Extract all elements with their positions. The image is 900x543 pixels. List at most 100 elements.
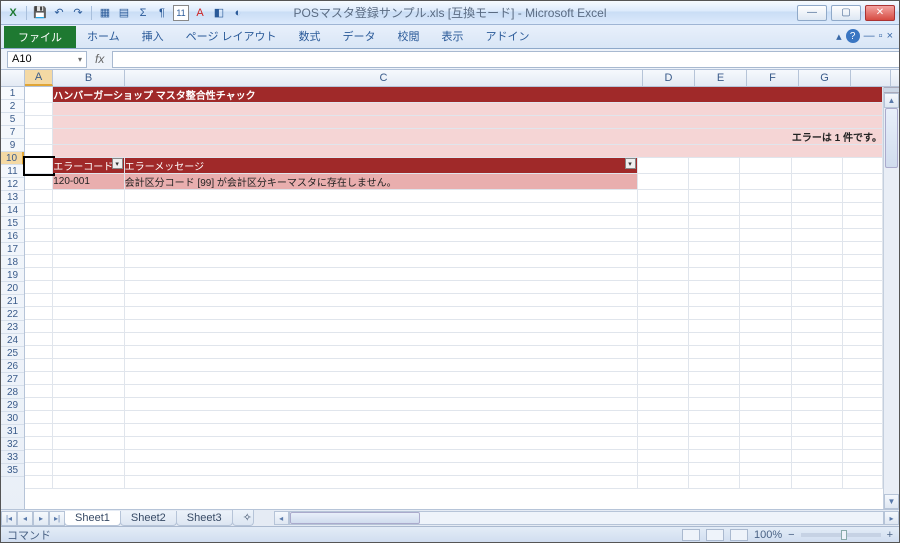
cell[interactable] — [843, 255, 883, 268]
row-header[interactable]: 29 — [1, 399, 24, 412]
table-header-code[interactable]: エラーコード▾ — [53, 158, 124, 174]
cell[interactable] — [53, 398, 124, 411]
cell[interactable] — [791, 203, 842, 216]
cell[interactable] — [740, 450, 791, 463]
tab-addins[interactable]: アドイン — [475, 24, 541, 48]
cell[interactable] — [740, 346, 791, 359]
cell[interactable] — [53, 333, 124, 346]
cell[interactable] — [740, 359, 791, 372]
maximize-button[interactable]: ▢ — [831, 5, 861, 21]
scroll-thumb[interactable] — [885, 108, 898, 168]
cell[interactable] — [843, 333, 883, 346]
cell[interactable] — [25, 229, 53, 242]
cell[interactable] — [637, 294, 688, 307]
cell[interactable] — [124, 229, 637, 242]
cell[interactable] — [25, 437, 53, 450]
cell[interactable] — [688, 333, 739, 346]
normal-view-button[interactable] — [682, 529, 700, 541]
active-cell[interactable] — [25, 158, 53, 174]
row-header[interactable]: 35 — [1, 464, 24, 477]
cell[interactable] — [843, 411, 883, 424]
column-header[interactable]: D — [643, 70, 695, 86]
row-header[interactable]: 23 — [1, 321, 24, 334]
table-header-message[interactable]: エラーメッセージ▾ — [124, 158, 637, 174]
tab-view[interactable]: 表示 — [431, 24, 475, 48]
cell[interactable] — [124, 320, 637, 333]
cell[interactable] — [25, 359, 53, 372]
cell[interactable] — [688, 346, 739, 359]
cell[interactable] — [791, 281, 842, 294]
cell[interactable] — [53, 190, 124, 203]
workbook-close-icon[interactable]: × — [887, 30, 893, 42]
cell-error-message[interactable]: 会計区分コード [99] が会計区分キーマスタに存在しません。 — [124, 174, 637, 190]
formula-input[interactable] — [112, 51, 899, 68]
cell-error-code[interactable]: 120-001 — [53, 174, 124, 190]
cell[interactable] — [688, 398, 739, 411]
cell[interactable] — [740, 255, 791, 268]
cell[interactable] — [637, 346, 688, 359]
cell[interactable] — [688, 385, 739, 398]
cell[interactable] — [25, 424, 53, 437]
new-sheet-button[interactable]: ✧ — [232, 510, 254, 526]
cell[interactable] — [124, 307, 637, 320]
cell[interactable] — [740, 307, 791, 320]
cell[interactable] — [637, 359, 688, 372]
cell[interactable] — [843, 229, 883, 242]
cell[interactable] — [53, 411, 124, 424]
help-icon[interactable]: ? — [846, 29, 860, 43]
cell[interactable] — [740, 216, 791, 229]
cell[interactable] — [124, 294, 637, 307]
qat-btn[interactable]: ¶ — [154, 5, 170, 21]
cell[interactable] — [791, 216, 842, 229]
cell[interactable] — [124, 255, 637, 268]
cell[interactable] — [791, 320, 842, 333]
cell[interactable] — [53, 216, 124, 229]
row-header[interactable]: 32 — [1, 438, 24, 451]
cell[interactable] — [688, 307, 739, 320]
cell[interactable] — [124, 476, 637, 489]
cell[interactable] — [124, 385, 637, 398]
cell[interactable] — [791, 463, 842, 476]
page-break-view-button[interactable] — [730, 529, 748, 541]
cell[interactable] — [124, 268, 637, 281]
cell[interactable] — [637, 255, 688, 268]
cell[interactable] — [124, 333, 637, 346]
cell[interactable] — [843, 463, 883, 476]
cell[interactable] — [637, 268, 688, 281]
cell[interactable] — [843, 216, 883, 229]
row-header[interactable]: 19 — [1, 269, 24, 282]
cell[interactable] — [688, 450, 739, 463]
cell[interactable] — [25, 294, 53, 307]
cell[interactable] — [53, 385, 124, 398]
row-header[interactable]: 13 — [1, 191, 24, 204]
cell[interactable] — [637, 307, 688, 320]
cell[interactable] — [637, 242, 688, 255]
cell[interactable] — [637, 411, 688, 424]
cell[interactable] — [791, 476, 842, 489]
cell[interactable] — [124, 411, 637, 424]
row-header[interactable]: 2 — [1, 100, 24, 113]
cell[interactable] — [843, 372, 883, 385]
cell[interactable] — [740, 281, 791, 294]
cell[interactable] — [53, 307, 124, 320]
cell[interactable] — [740, 333, 791, 346]
close-button[interactable]: ✕ — [865, 5, 895, 21]
row-header[interactable]: 11 — [1, 165, 24, 178]
select-all-corner[interactable] — [1, 70, 25, 86]
redo-icon[interactable]: ↷ — [70, 5, 86, 21]
cell[interactable] — [843, 385, 883, 398]
cell[interactable] — [124, 216, 637, 229]
cell[interactable] — [53, 424, 124, 437]
cell[interactable] — [124, 242, 637, 255]
cell[interactable] — [124, 398, 637, 411]
cell[interactable] — [688, 190, 739, 203]
cell[interactable] — [791, 437, 842, 450]
cell[interactable] — [637, 424, 688, 437]
row-header[interactable]: 33 — [1, 451, 24, 464]
cell[interactable] — [637, 398, 688, 411]
cell[interactable] — [843, 281, 883, 294]
row-header[interactable]: 7 — [1, 126, 24, 139]
zoom-out-button[interactable]: − — [788, 529, 794, 541]
qat-btn[interactable]: 11 — [173, 5, 189, 21]
cell[interactable] — [791, 385, 842, 398]
